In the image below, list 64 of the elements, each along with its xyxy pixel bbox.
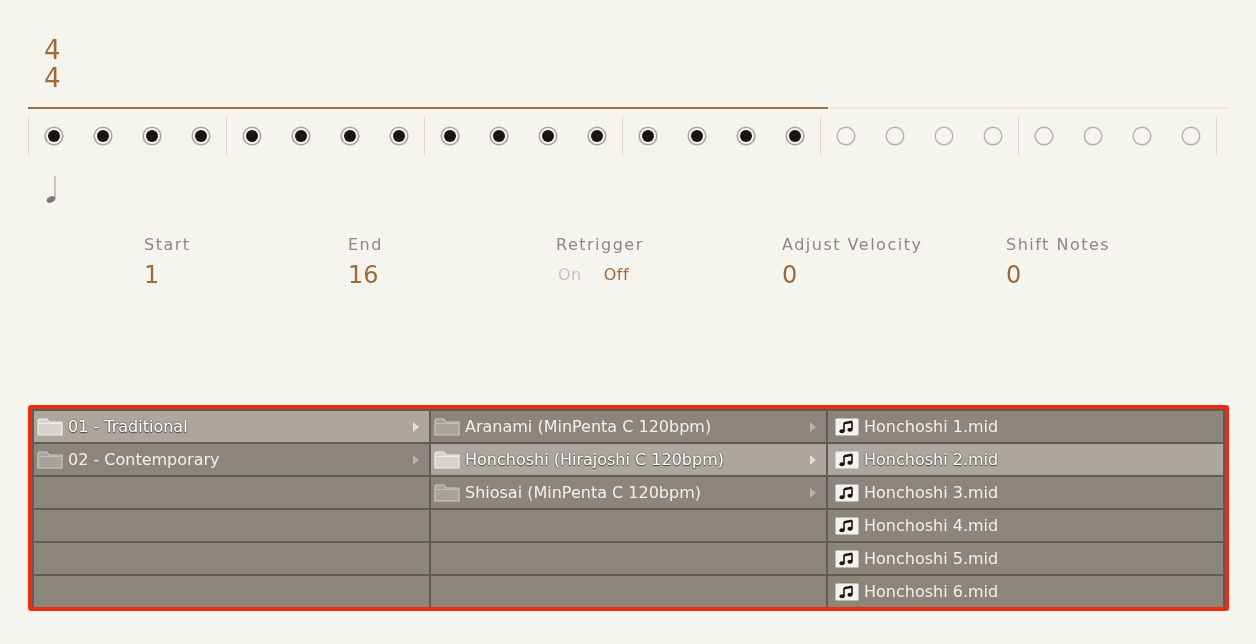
parameter-value[interactable]: 0 (1006, 260, 1022, 290)
step-dot-icon[interactable] (489, 126, 509, 146)
step-dot-icon[interactable] (44, 126, 64, 146)
folder-icon (37, 450, 63, 469)
music-note-icon (835, 450, 859, 469)
caret-icon (413, 454, 419, 465)
step-dot-icon[interactable] (242, 126, 262, 146)
toggle-option[interactable]: Off (603, 265, 630, 285)
caret-icon (810, 487, 816, 498)
step-dot-icon[interactable] (1181, 126, 1201, 146)
folder-list-item[interactable]: Aranami (MinPenta C 120bpm) (431, 411, 826, 442)
file-list-item[interactable]: Honchoshi 6.mid (828, 576, 1223, 607)
step-dot-icon[interactable] (736, 126, 756, 146)
step-dot-icon[interactable] (93, 126, 113, 146)
caret-icon (413, 421, 419, 432)
step-dot-icon[interactable] (440, 126, 460, 146)
folder-list-item[interactable]: Shiosai (MinPenta C 120bpm) (431, 477, 826, 508)
folder-list-item[interactable]: Honchoshi (Hirajoshi C 120bpm) (431, 444, 826, 475)
quarter-note-icon[interactable] (45, 175, 57, 203)
step-dot-icon[interactable] (885, 126, 905, 146)
caret-icon (810, 421, 816, 432)
step-dot-icon[interactable] (587, 126, 607, 146)
folder-icon (434, 483, 460, 502)
step-dot-icon[interactable] (1132, 126, 1152, 146)
music-note-icon (835, 483, 859, 502)
folder-list-item[interactable]: 01 - Traditional (34, 411, 429, 442)
file-list-item[interactable]: Honchoshi 3.mid (828, 477, 1223, 508)
music-note-icon (835, 582, 859, 601)
caret-icon (810, 454, 816, 465)
time-signature-denominator: 4 (44, 64, 61, 92)
parameter-value[interactable]: 0 (782, 260, 798, 290)
time-signature-numerator: 4 (44, 36, 61, 64)
music-note-icon (835, 417, 859, 436)
step-dot-icon[interactable] (687, 126, 707, 146)
parameter-label: Retrigger (556, 235, 644, 255)
folder-icon (37, 417, 63, 436)
step-dot-icon[interactable] (1083, 126, 1103, 146)
parameter-value[interactable]: 1 (144, 260, 160, 290)
parameter-label: Shift Notes (1006, 235, 1111, 255)
step-dot-icon[interactable] (291, 126, 311, 146)
parameter-value[interactable]: 16 (348, 260, 379, 290)
step-dot-icon[interactable] (142, 126, 162, 146)
step-dot-icon[interactable] (836, 126, 856, 146)
folder-list-item[interactable]: 02 - Contemporary (34, 444, 429, 475)
step-dot-icon[interactable] (538, 126, 558, 146)
parameter-label: Adjust Velocity (782, 235, 923, 255)
music-note-icon (835, 549, 859, 568)
step-dot-icon[interactable] (389, 126, 409, 146)
file-list-item[interactable]: Honchoshi 1.mid (828, 411, 1223, 442)
folder-icon (434, 450, 460, 469)
step-dot-icon[interactable] (785, 126, 805, 146)
file-list-item[interactable]: Honchoshi 4.mid (828, 510, 1223, 541)
step-dot-icon[interactable] (191, 126, 211, 146)
step-dot-icon[interactable] (638, 126, 658, 146)
music-note-icon (835, 516, 859, 535)
file-list-item[interactable]: Honchoshi 5.mid (828, 543, 1223, 574)
step-dot-icon[interactable] (340, 126, 360, 146)
step-dot-icon[interactable] (983, 126, 1003, 146)
step-dot-icon[interactable] (934, 126, 954, 146)
parameter-label: End (348, 235, 383, 255)
parameter-label: Start (144, 235, 191, 255)
step-dot-icon[interactable] (1034, 126, 1054, 146)
folder-icon (434, 417, 460, 436)
file-list-item[interactable]: Honchoshi 2.mid (828, 444, 1223, 475)
